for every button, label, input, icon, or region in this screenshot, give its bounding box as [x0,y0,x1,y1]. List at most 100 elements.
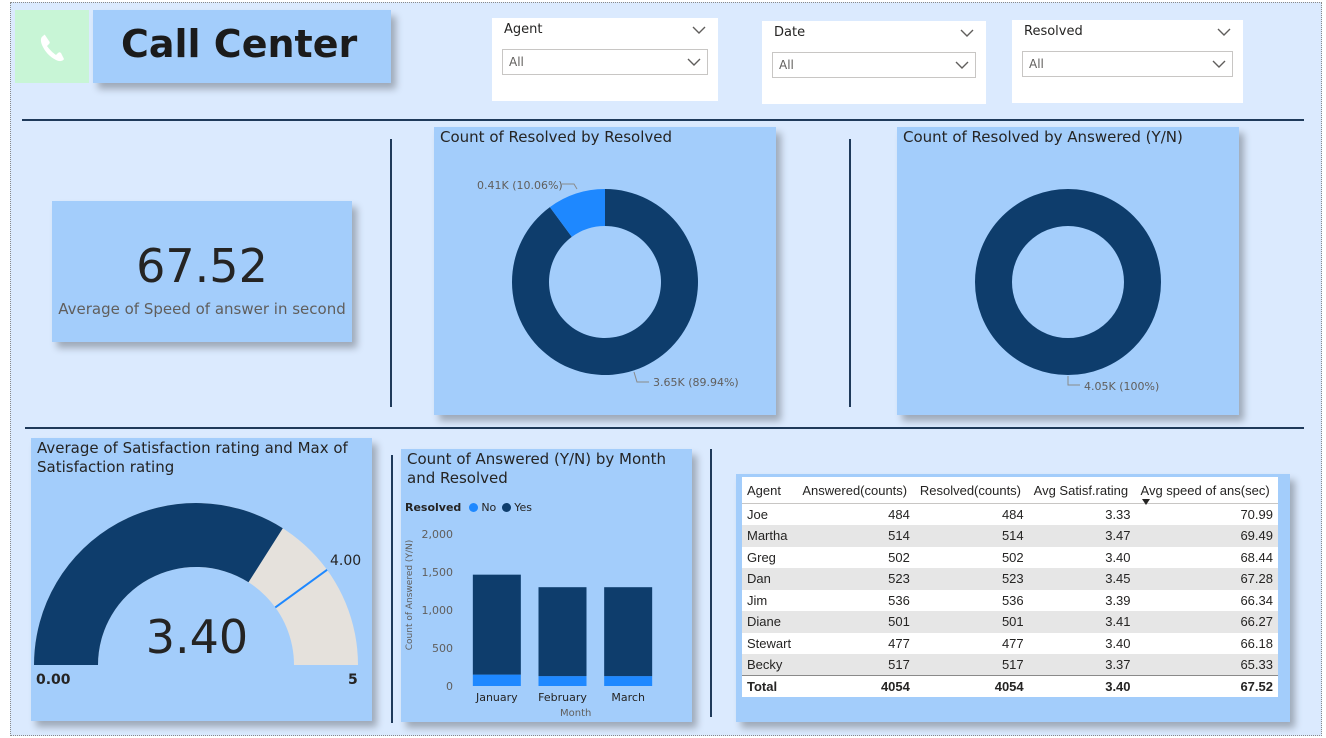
donut-answered-label-yes: 4.05K (100%) [1084,380,1160,393]
table-cell: Stewart [742,632,798,654]
divider-middle [25,427,1304,429]
table-row[interactable]: Jim 536 536 3.39 66.34 [742,589,1278,611]
total-cell: Total [742,675,798,697]
slicer-agent-value: All [509,55,524,69]
table-cell: 484 [797,503,915,525]
phone-icon-tile [15,10,89,83]
slicer-date[interactable]: Date All [762,21,986,104]
chevron-down-icon[interactable] [1217,27,1231,37]
slicer-date-dropdown[interactable]: All [772,52,976,78]
donut-answered-chart[interactable] [897,127,1239,415]
table-row[interactable]: Dan 523 523 3.45 67.28 [742,568,1278,590]
donut-resolved-chart[interactable] [434,127,776,415]
table-cell: 65.33 [1135,654,1278,676]
table-cell: 536 [797,589,915,611]
kpi-label: Average of Speed of answer in second [58,300,346,318]
table-cell: 66.18 [1135,632,1278,654]
table-row[interactable]: Diane 501 501 3.41 66.27 [742,611,1278,633]
table-row[interactable]: Martha 514 514 3.47 69.49 [742,525,1278,547]
chevron-down-icon[interactable] [1212,59,1226,69]
table-cell: 501 [797,611,915,633]
slicer-resolved[interactable]: Resolved All [1012,20,1243,103]
table-cell: 3.39 [1028,589,1136,611]
leader-line [633,371,649,383]
agent-table-card[interactable]: Agent Answered(counts) Resolved(counts) … [736,474,1290,722]
kpi-card[interactable]: 67.52 Average of Speed of answer in seco… [52,201,352,342]
table-cell: Diane [742,611,798,633]
table-cell: Dan [742,568,798,590]
col-header-speed[interactable]: Avg speed of ans(sec) [1135,477,1278,505]
table-total-row: Total 4054 4054 3.40 67.52 [742,675,1278,697]
chevron-down-icon[interactable] [692,25,706,35]
gauge-min-label: 0.00 [36,672,71,688]
chevron-down-icon[interactable] [687,57,701,67]
bar-chart-plot[interactable]: 2,000 1,500 1,000 500 0 January February March [401,449,692,722]
page-title: Call Center [121,22,358,66]
bar-no-february [538,676,587,686]
slicer-resolved-value: All [1029,57,1044,71]
table-cell: 69.49 [1135,525,1278,547]
bar-xlabel: Month [560,708,592,719]
col-header-satisfaction[interactable]: Avg Satisf.rating [1028,477,1136,504]
donut-resolved-label-yes: 3.65K (89.94%) [653,376,739,389]
table-row[interactable]: Greg 502 502 3.40 68.44 [742,546,1278,568]
table-cell: 502 [914,546,1029,568]
donut-answered-slice-1 [975,189,1161,375]
slicer-resolved-title: Resolved [1024,24,1083,39]
table-cell: 514 [914,525,1029,547]
table-cell: 523 [797,568,915,590]
bar-ylabel: Count of Answered (Y/N) [405,539,415,651]
bar-chart-card[interactable]: Count of Answered (Y/N) by Month and Res… [401,449,692,722]
x-tick-label: March [611,691,645,704]
table-cell: 70.99 [1135,503,1278,525]
slicer-agent[interactable]: Agent All [492,18,718,101]
divider-vertical-2 [849,139,851,407]
table-cell: 66.27 [1135,611,1278,633]
x-tick-label: February [538,691,587,704]
table-cell: 66.34 [1135,589,1278,611]
slicer-resolved-dropdown[interactable]: All [1022,51,1233,77]
table-cell: 67.28 [1135,568,1278,590]
table-cell: 523 [914,568,1029,590]
chevron-down-icon[interactable] [960,28,974,38]
gauge-target-label: 4.00 [330,553,362,569]
agent-table: Agent Answered(counts) Resolved(counts) … [742,477,1278,697]
table-cell: Becky [742,654,798,676]
table-row[interactable]: Joe 484 484 3.33 70.99 [742,503,1278,525]
y-tick-label: 500 [432,642,453,655]
table-cell: 517 [797,654,915,676]
divider-vertical-3 [391,455,393,723]
table-cell: 484 [914,503,1029,525]
table-cell: 477 [797,632,915,654]
sort-descending-icon[interactable] [1141,499,1150,505]
table-cell: Martha [742,525,798,547]
chevron-down-icon[interactable] [955,60,969,70]
bar-no-january [472,674,521,686]
col-header-resolved[interactable]: Resolved(counts) [914,477,1029,504]
donut-answered-card[interactable]: Count of Resolved by Answered (Y/N) 4.05… [897,127,1239,415]
kpi-value: 67.52 [136,239,268,293]
bar-yes-march [604,587,653,677]
report-canvas: Call Center Agent All Date All Resolved … [10,2,1322,736]
col-header-answered[interactable]: Answered(counts) [797,477,915,504]
table-cell: 3.45 [1028,568,1136,590]
table-cell: 3.47 [1028,525,1136,547]
col-header-agent[interactable]: Agent [742,477,798,504]
table-cell: Jim [742,589,798,611]
divider-vertical-4 [710,449,712,717]
table-cell: Greg [742,546,798,568]
total-cell: 4054 [914,675,1029,697]
gauge-chart[interactable] [31,438,372,721]
table-cell: 502 [797,546,915,568]
divider-vertical-1 [390,139,392,407]
slicer-date-title: Date [774,25,806,40]
table-row[interactable]: Stewart 477 477 3.40 66.18 [742,632,1278,654]
gauge-value: 3.40 [145,610,249,664]
table-cell: 517 [914,654,1029,676]
table-cell: 3.33 [1028,503,1136,525]
table-cell: 514 [797,525,915,547]
donut-resolved-card[interactable]: Count of Resolved by Resolved 0.41K (10.… [434,127,776,415]
table-row[interactable]: Becky 517 517 3.37 65.33 [742,654,1278,676]
slicer-agent-dropdown[interactable]: All [502,49,708,75]
gauge-card[interactable]: Average of Satisfaction rating and Max o… [31,438,372,721]
